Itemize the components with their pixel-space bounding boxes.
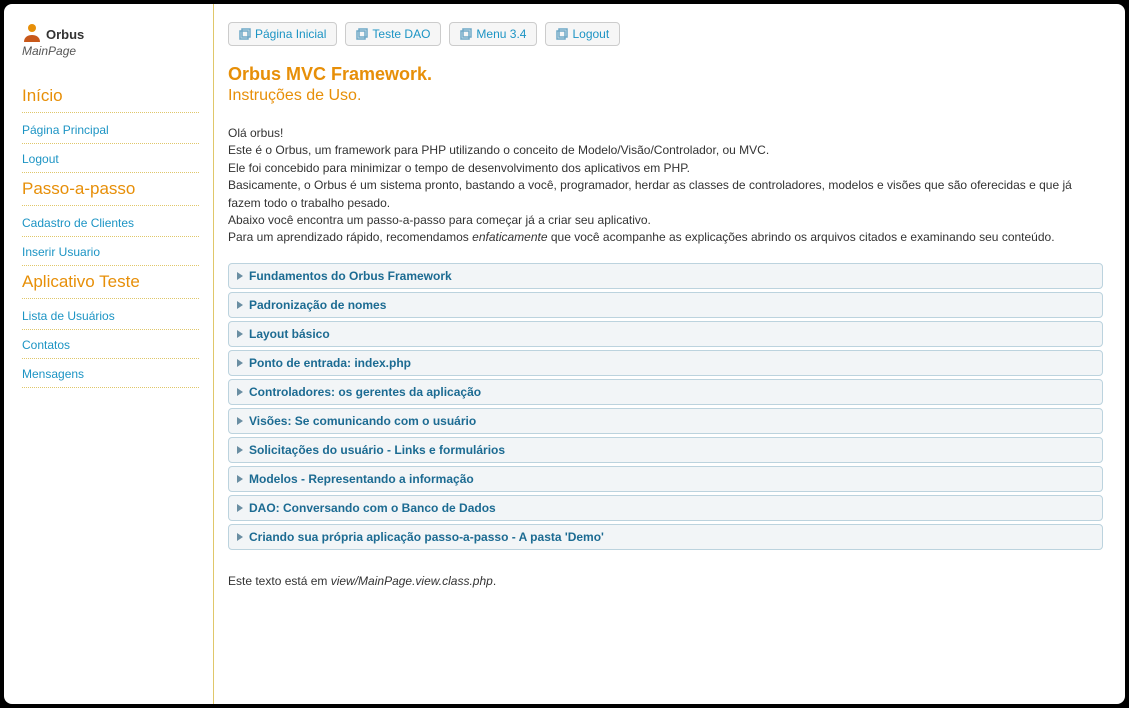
sidebar-heading-inicio: Início [22,80,199,113]
triangle-right-icon [237,272,243,280]
sidebar-item-pagina-principal[interactable]: Página Principal [22,115,199,144]
triangle-right-icon [237,446,243,454]
button-label: Página Inicial [255,27,326,41]
newwin-icon [460,28,472,40]
newwin-icon [239,28,251,40]
intro-line: Para um aprendizado rápido, recomendamos [228,230,472,244]
accordion-item[interactable]: DAO: Conversando com o Banco de Dados [228,495,1103,521]
intro-line: que você acompanhe as explicações abrind… [548,230,1055,244]
intro-line: Basicamente, o Orbus é um sistema pronto… [228,178,1072,209]
accordion-item[interactable]: Solicitações do usuário - Links e formul… [228,437,1103,463]
accordion-item[interactable]: Visões: Se comunicando com o usuário [228,408,1103,434]
intro-line: Abaixo você encontra um passo-a-passo pa… [228,213,651,227]
accordion-label: Layout básico [249,327,330,341]
triangle-right-icon [237,388,243,396]
accordion-label: Padronização de nomes [249,298,386,312]
main-content: Página Inicial Teste DAO Menu 3.4 Logout [214,4,1125,704]
logout-button[interactable]: Logout [545,22,620,46]
triangle-right-icon [237,533,243,541]
accordion-item[interactable]: Fundamentos do Orbus Framework [228,263,1103,289]
button-label: Teste DAO [372,27,430,41]
pagina-inicial-button[interactable]: Página Inicial [228,22,337,46]
button-label: Logout [572,27,609,41]
brand-name: Orbus [46,27,84,42]
triangle-right-icon [237,504,243,512]
footnote-path: view/MainPage.view.class.php [331,574,493,588]
sidebar-item-logout[interactable]: Logout [22,144,199,173]
accordion-label: Modelos - Representando a informação [249,472,474,486]
accordion-item[interactable]: Padronização de nomes [228,292,1103,318]
footnote: Este texto está em view/MainPage.view.cl… [228,574,1103,588]
brand: Orbus [22,22,199,42]
teste-dao-button[interactable]: Teste DAO [345,22,441,46]
sidebar: Orbus MainPage Início Página Principal L… [4,4,214,704]
intro-emphasis: enfaticamente [472,230,547,244]
triangle-right-icon [237,359,243,367]
accordion-item[interactable]: Criando sua própria aplicação passo-a-pa… [228,524,1103,550]
footnote-pre: Este texto está em [228,574,331,588]
triangle-right-icon [237,475,243,483]
footnote-post: . [493,574,496,588]
intro-text: Olá orbus! Este é o Orbus, um framework … [228,125,1098,247]
triangle-right-icon [237,301,243,309]
accordion-label: Controladores: os gerentes da aplicação [249,385,481,399]
sidebar-item-cadastro-clientes[interactable]: Cadastro de Clientes [22,208,199,237]
accordion-item[interactable]: Controladores: os gerentes da aplicação [228,379,1103,405]
accordion: Fundamentos do Orbus Framework Padroniza… [228,263,1103,550]
brand-subtitle: MainPage [22,44,199,58]
sidebar-item-contatos[interactable]: Contatos [22,330,199,359]
intro-line: Ele foi concebido para minimizar o tempo… [228,161,690,175]
page-title: Orbus MVC Framework. [228,64,1103,85]
sidebar-item-lista-usuarios[interactable]: Lista de Usuários [22,301,199,330]
sidebar-item-inserir-usuario[interactable]: Inserir Usuario [22,237,199,266]
accordion-label: Solicitações do usuário - Links e formul… [249,443,505,457]
accordion-item[interactable]: Modelos - Representando a informação [228,466,1103,492]
button-label: Menu 3.4 [476,27,526,41]
sidebar-heading-passo: Passo-a-passo [22,173,199,206]
sidebar-heading-aplicativo: Aplicativo Teste [22,266,199,299]
sidebar-item-mensagens[interactable]: Mensagens [22,359,199,388]
triangle-right-icon [237,417,243,425]
toolbar: Página Inicial Teste DAO Menu 3.4 Logout [228,22,1103,46]
triangle-right-icon [237,330,243,338]
accordion-item[interactable]: Layout básico [228,321,1103,347]
page-subtitle: Instruções de Uso. [228,87,1103,105]
intro-line: Este é o Orbus, um framework para PHP ut… [228,143,769,157]
menu34-button[interactable]: Menu 3.4 [449,22,537,46]
greeting: Olá orbus! [228,126,283,140]
accordion-label: Fundamentos do Orbus Framework [249,269,452,283]
accordion-label: DAO: Conversando com o Banco de Dados [249,501,496,515]
newwin-icon [356,28,368,40]
accordion-item[interactable]: Ponto de entrada: index.php [228,350,1103,376]
accordion-label: Criando sua própria aplicação passo-a-pa… [249,530,604,544]
accordion-label: Ponto de entrada: index.php [249,356,411,370]
newwin-icon [556,28,568,40]
accordion-label: Visões: Se comunicando com o usuário [249,414,476,428]
user-icon [22,22,42,42]
